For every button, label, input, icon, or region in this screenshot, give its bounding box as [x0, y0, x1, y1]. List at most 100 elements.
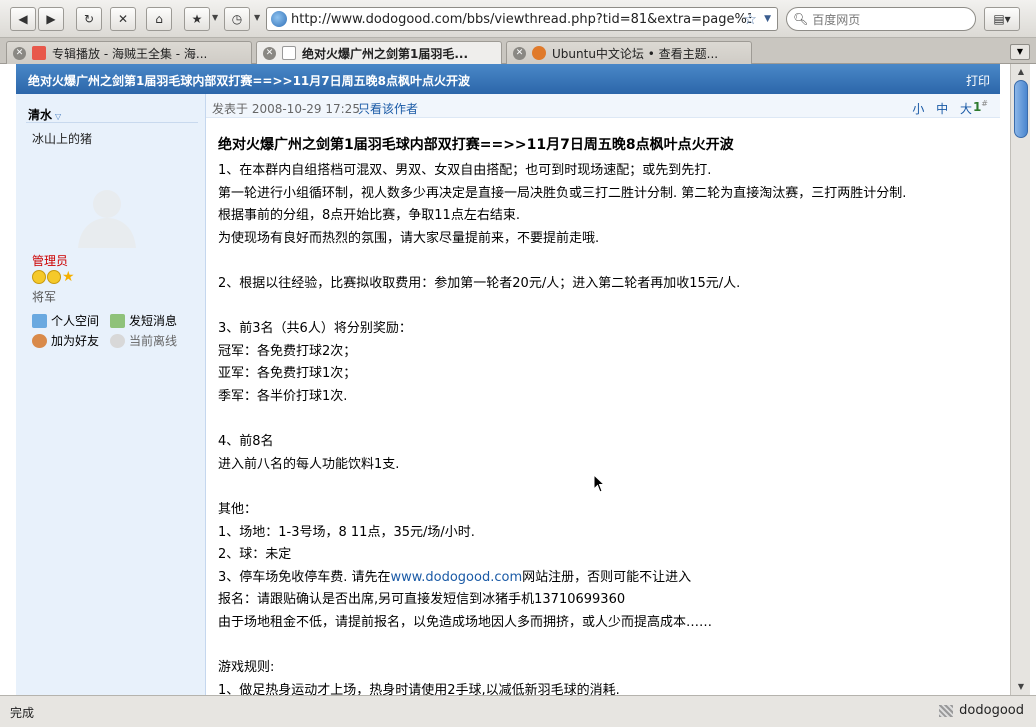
- ubuntu-favicon-icon: [532, 46, 546, 60]
- scroll-thumb[interactable]: [1014, 80, 1028, 138]
- status-site: dodogood: [939, 703, 1024, 718]
- link-label[interactable]: 个人空间: [51, 312, 99, 329]
- post-line: 4、前8名: [218, 434, 274, 450]
- url-bar[interactable]: http://www.dodogood.com/bbs/viewthread.p…: [266, 7, 778, 31]
- rank-stars: ★: [32, 270, 75, 284]
- post-line: 由于场地租金不低，请提前报名，以免造成场地因人多而拥挤，或人少而提高成本……: [218, 614, 713, 630]
- history-button[interactable]: ◷: [224, 7, 250, 31]
- search-icon[interactable]: 🔍︎: [793, 12, 808, 26]
- status-site-name: dodogood: [959, 703, 1024, 718]
- home-button[interactable]: ⌂: [146, 7, 172, 31]
- close-tab-icon[interactable]: ✕: [13, 46, 26, 60]
- author-role: 管理员: [32, 254, 69, 268]
- parking-line: 3、停车场免收停车费. 请先在www.dodogood.com网站注册，否则可能…: [218, 567, 988, 590]
- tab-label: Ubuntu中文论坛 • 查看主题...: [552, 46, 719, 61]
- avatar[interactable]: [74, 186, 140, 248]
- post-line: 3、前3名（共6人）将分别奖励：: [218, 321, 412, 337]
- thread-header: 绝对火爆广州之剑第1届羽毛球内部双打赛==>>11月7日周五晚8点枫叶点火开波 …: [16, 64, 1000, 94]
- reload-icon: ↻: [83, 12, 95, 26]
- forward-button[interactable]: ▶: [38, 7, 64, 31]
- author-rank: 将军: [32, 290, 57, 304]
- status-text: 完成: [10, 706, 35, 720]
- author-name[interactable]: 清水 ▽: [28, 106, 61, 123]
- site-link[interactable]: www.dodogood.com: [391, 570, 523, 585]
- page-viewport: 绝对火爆广州之剑第1届羽毛球内部双打赛==>>11月7日周五晚8点枫叶点火开波 …: [0, 64, 1036, 695]
- globe-icon: [271, 11, 287, 27]
- send-message-link[interactable]: 发短消息: [110, 312, 177, 329]
- post-date: 发表于 2008-10-29 17:25: [212, 102, 360, 116]
- stop-icon: ✕: [117, 12, 129, 26]
- sun-icon: [47, 270, 61, 284]
- link-label: 当前离线: [129, 334, 178, 348]
- floor-mark: #: [981, 99, 988, 108]
- post-meta-bar: 发表于 2008-10-29 17:25 只看该作者 小 中 大 1#: [206, 94, 1000, 118]
- font-size-links[interactable]: 小 中 大: [912, 100, 976, 117]
- browser-toolbar: ◀ ▶ ↻ ✕ ⌂ ★ ▼ ◷ ▼ http://www.dodogood.co…: [0, 0, 1036, 38]
- parking-text-after: 网站注册，否则可能不让进入: [522, 569, 692, 585]
- tab-onepiece[interactable]: ✕ 专辑播放 - 海贼王全集 - 海...: [6, 41, 252, 64]
- offline-status: 当前离线: [110, 332, 177, 349]
- page-favicon-icon: [282, 46, 296, 60]
- post-line: 根据事前的分组，8点开始比赛，争取11点左右结束.: [218, 208, 520, 224]
- post-line: 2、根据以往经验，比赛拟收取费用：参加第一轮者20元/人；进入第二轮者再加收15…: [218, 275, 741, 291]
- bookmarks-dropdown-icon[interactable]: ▼: [212, 13, 218, 22]
- only-author-link[interactable]: 只看该作者: [358, 100, 418, 117]
- tab-ubuntu[interactable]: ✕ Ubuntu中文论坛 • 查看主题...: [506, 41, 752, 64]
- post-body: 1、在本群内自组搭档可混双、男双、女双自由搭配；也可到时现场速配；或先到先打. 第…: [218, 160, 988, 695]
- clock-icon: ◷: [231, 12, 243, 26]
- list-all-tabs-button[interactable]: ▼: [1010, 44, 1030, 60]
- scroll-up-icon[interactable]: ▲: [1014, 66, 1028, 78]
- post-line: 为使现场有良好而热烈的氛围，请大家尽量提前来，不要提前走哦.: [218, 230, 600, 246]
- link-label[interactable]: 加为好友: [51, 332, 99, 349]
- stop-button[interactable]: ✕: [110, 7, 136, 31]
- print-link[interactable]: 打印: [966, 72, 990, 89]
- tab-thread[interactable]: ✕ 绝对火爆广州之剑第1届羽毛...: [256, 41, 502, 64]
- link-label[interactable]: 发短消息: [129, 312, 177, 329]
- close-tab-icon[interactable]: ✕: [513, 46, 526, 60]
- bookmark-star-icon[interactable]: ☆: [744, 10, 757, 28]
- offline-user-icon: [110, 333, 125, 348]
- post-line: 1、场地：1-3号场，8 11点，35元/场/小时.: [218, 524, 475, 540]
- bookmarks-button[interactable]: ★: [184, 7, 210, 31]
- post-line: 第一轮进行小组循环制，视人数多少再决定是直接一局决胜负或三打二胜计分制. 第二轮…: [218, 185, 907, 201]
- post-line: 其他：: [218, 501, 258, 517]
- vertical-scrollbar[interactable]: ▲ ▼: [1010, 64, 1030, 695]
- scroll-down-icon[interactable]: ▼: [1014, 681, 1028, 693]
- menu-button[interactable]: ▤▾: [984, 7, 1020, 31]
- forum-page: 绝对火爆广州之剑第1届羽毛球内部双打赛==>>11月7日周五晚8点枫叶点火开波 …: [16, 64, 1000, 695]
- post-line: 1、做足热身运动才上场，热身时请使用2手球,以减低新羽毛球的消耗.: [218, 682, 620, 695]
- post-line: 季军：各半价打球1次.: [218, 388, 348, 404]
- post-line: 1、在本群内自组搭档可混双、男双、女双自由搭配；也可到时现场速配；或先到先打.: [218, 163, 712, 178]
- reload-button[interactable]: ↻: [76, 7, 102, 31]
- home-icon: ⌂: [155, 12, 163, 26]
- post-line: 报名：请跟贴确认是否出席,另可直接发短信到冰猪手机13710699360: [218, 592, 626, 608]
- author-name-text[interactable]: 清水: [28, 108, 52, 122]
- author-sidebar: 清水 ▽ 冰山上的猪 管理员 ★ 将军 个人空间 发短消息 加为好友 当前离线: [16, 94, 206, 695]
- post-line: 2、球：未定: [218, 547, 292, 563]
- add-user-icon: [32, 333, 47, 348]
- url-dropdown-icon[interactable]: ▼: [764, 14, 771, 24]
- author-menu-caret-icon[interactable]: ▽: [55, 112, 61, 121]
- message-icon: [110, 313, 125, 328]
- post-line: 进入前八名的每人功能饮料1支.: [218, 456, 400, 472]
- star-icon: ★: [62, 269, 75, 285]
- url-text[interactable]: http://www.dodogood.com/bbs/viewthread.p…: [291, 12, 751, 27]
- tab-label: 专辑播放 - 海贼王全集 - 海...: [52, 46, 208, 61]
- close-tab-icon[interactable]: ✕: [263, 46, 276, 60]
- parking-text: 3、停车场免收停车费. 请先在: [218, 569, 391, 585]
- thread-title: 绝对火爆广州之剑第1届羽毛球内部双打赛==>>11月7日周五晚8点枫叶点火开波: [28, 74, 470, 88]
- add-friend-link[interactable]: 加为好友: [32, 332, 99, 349]
- back-button[interactable]: ◀: [10, 7, 36, 31]
- house-icon: [32, 313, 47, 328]
- search-box[interactable]: 🔍︎ 百度网页: [786, 7, 976, 31]
- tab-strip: ✕ 专辑播放 - 海贼王全集 - 海... ✕ 绝对火爆广州之剑第1届羽毛...…: [0, 38, 1036, 64]
- history-dropdown-icon[interactable]: ▼: [254, 13, 260, 22]
- search-placeholder[interactable]: 百度网页: [812, 11, 860, 28]
- divider: [26, 122, 198, 123]
- post-line: 亚军：各免费打球1次；: [218, 366, 357, 382]
- personal-space-link[interactable]: 个人空间: [32, 312, 99, 329]
- star-icon: ★: [191, 12, 203, 26]
